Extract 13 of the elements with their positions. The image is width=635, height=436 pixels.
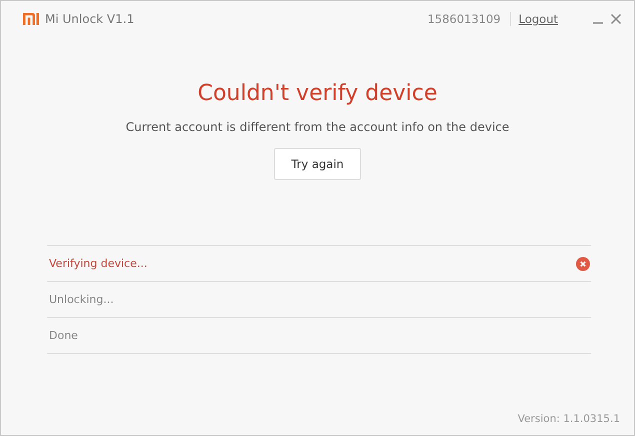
step-label: Verifying device... xyxy=(49,257,148,270)
try-again-button[interactable]: Try again xyxy=(274,148,361,180)
error-icon xyxy=(576,256,590,270)
version-label: Version: 1.1.0315.1 xyxy=(518,413,620,425)
error-message: Current account is different from the account info on the device xyxy=(126,120,510,134)
step-label: Done xyxy=(49,329,79,342)
close-icon[interactable] xyxy=(610,13,622,25)
error-heading: Couldn't verify device xyxy=(198,81,438,106)
step-label: Unlocking... xyxy=(49,293,115,306)
logout-link[interactable]: Logout xyxy=(518,12,558,26)
account-id: 1586013109 xyxy=(427,12,511,26)
logo-icon xyxy=(23,13,39,25)
window-title: Mi Unlock V1.1 xyxy=(45,12,134,26)
